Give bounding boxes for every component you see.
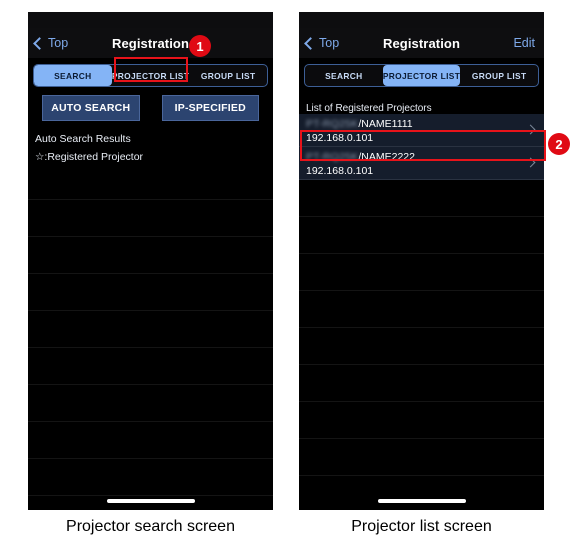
status-bar-left bbox=[28, 12, 273, 28]
projector-list-screen: Top Registration Edit SEARCH PROJECTOR L… bbox=[299, 12, 544, 510]
projector-model-redacted: PT-RQ25K bbox=[306, 118, 359, 130]
caption-projector-list-screen: Projector list screen bbox=[351, 518, 492, 535]
projector-ip-address: 192.168.0.101 bbox=[306, 132, 374, 144]
back-button-top-right[interactable]: Top bbox=[304, 36, 340, 50]
nav-bar-right: Top Registration Edit bbox=[299, 28, 544, 58]
list-item[interactable] bbox=[28, 237, 273, 274]
tab-projector-list[interactable]: PROJECTOR LIST bbox=[382, 65, 461, 86]
chevron-left-icon bbox=[33, 36, 46, 50]
projector-search-screen: Top Registration SEARCH PROJECTOR LIST G… bbox=[28, 12, 273, 510]
projector-list-empty-area[interactable] bbox=[299, 180, 544, 476]
search-results-list[interactable] bbox=[28, 163, 273, 496]
list-item[interactable] bbox=[299, 180, 544, 217]
list-item[interactable] bbox=[28, 459, 273, 496]
caption-projector-search-screen: Projector search screen bbox=[66, 518, 235, 535]
chevron-left-icon bbox=[304, 36, 317, 50]
projector-list-item[interactable]: PT-RQ25K/NAME2222 192.168.0.101 bbox=[299, 147, 544, 180]
list-item[interactable] bbox=[299, 402, 544, 439]
list-item[interactable] bbox=[299, 439, 544, 476]
ip-specified-button[interactable]: IP-SPECIFIED bbox=[161, 95, 259, 121]
list-item[interactable] bbox=[28, 348, 273, 385]
list-item[interactable] bbox=[28, 311, 273, 348]
projector-ip-address: 192.168.0.101 bbox=[306, 165, 374, 177]
list-item[interactable] bbox=[28, 200, 273, 237]
tab-search[interactable]: SEARCH bbox=[34, 65, 112, 86]
tab-search[interactable]: SEARCH bbox=[305, 65, 383, 86]
list-item[interactable] bbox=[28, 274, 273, 311]
back-button-label: Top bbox=[48, 36, 69, 50]
auto-search-results-label: Auto Search Results bbox=[35, 133, 131, 145]
auto-search-button[interactable]: AUTO SEARCH bbox=[42, 95, 140, 121]
list-item[interactable] bbox=[28, 163, 273, 200]
annotation-badge-2: 2 bbox=[548, 133, 570, 155]
segmented-control-left: SEARCH PROJECTOR LIST GROUP LIST bbox=[33, 64, 268, 87]
registered-projector-legend: ☆:Registered Projector bbox=[35, 151, 144, 163]
nav-bar-left: Top Registration bbox=[28, 28, 273, 58]
projector-display-name: /NAME1111 bbox=[358, 118, 413, 130]
status-bar-right bbox=[299, 12, 544, 28]
tab-projector-list[interactable]: PROJECTOR LIST bbox=[112, 65, 190, 86]
projector-name-line: PT-RQ25K/NAME2222 bbox=[306, 150, 537, 164]
list-item[interactable] bbox=[28, 385, 273, 422]
projector-display-name: /NAME2222 bbox=[358, 151, 415, 163]
tab-group-list[interactable]: GROUP LIST bbox=[189, 65, 267, 86]
list-item[interactable] bbox=[28, 422, 273, 459]
home-indicator-right bbox=[377, 499, 466, 503]
list-item[interactable] bbox=[299, 365, 544, 402]
list-item[interactable] bbox=[299, 291, 544, 328]
projector-name-line: PT-RQ25K/NAME1111 bbox=[306, 117, 537, 131]
list-header-label: List of Registered Projectors bbox=[306, 103, 432, 114]
action-button-row: AUTO SEARCH IP-SPECIFIED bbox=[28, 95, 273, 121]
projector-list-item[interactable]: PT-RQ25K/NAME1111 192.168.0.101 bbox=[299, 114, 544, 147]
list-item[interactable] bbox=[299, 254, 544, 291]
annotation-badge-1: 1 bbox=[189, 35, 211, 57]
home-indicator-left bbox=[106, 499, 195, 503]
edit-button[interactable]: Edit bbox=[513, 36, 535, 50]
tab-group-list[interactable]: GROUP LIST bbox=[460, 65, 538, 86]
registered-projector-list: PT-RQ25K/NAME1111 192.168.0.101 PT-RQ25K/N… bbox=[299, 114, 544, 180]
back-button-label: Top bbox=[319, 36, 340, 50]
list-item[interactable] bbox=[299, 328, 544, 365]
back-button-top[interactable]: Top bbox=[33, 36, 69, 50]
list-item[interactable] bbox=[299, 217, 544, 254]
segmented-control-right: SEARCH PROJECTOR LIST GROUP LIST bbox=[304, 64, 539, 87]
projector-model-redacted: PT-RQ25K bbox=[306, 151, 359, 163]
